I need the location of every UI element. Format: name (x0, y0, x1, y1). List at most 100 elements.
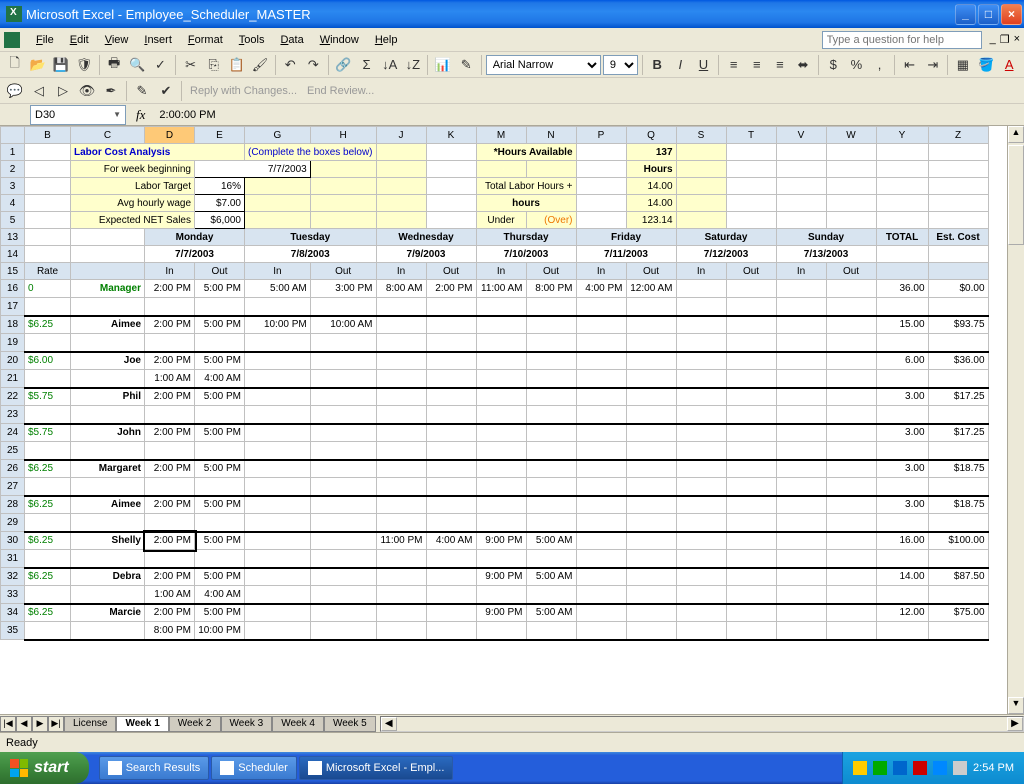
cell-J17[interactable] (376, 298, 426, 316)
scroll-down-icon[interactable]: ▼ (1008, 697, 1024, 714)
cell-B2[interactable] (25, 161, 71, 178)
cell-Z31[interactable] (928, 550, 988, 568)
cell-J4[interactable] (376, 195, 426, 212)
cell-E17[interactable] (195, 298, 245, 316)
cell-K17[interactable] (426, 298, 476, 316)
cell-V35[interactable] (776, 622, 826, 640)
cell-M26[interactable] (476, 460, 526, 478)
new-comment-icon[interactable]: 💬 (4, 80, 26, 102)
cell-G21[interactable] (245, 370, 311, 388)
col-header-D[interactable]: D (145, 127, 195, 144)
cell-Z35[interactable] (928, 622, 988, 640)
col-header-M[interactable]: M (476, 127, 526, 144)
cell-S17[interactable] (676, 298, 726, 316)
cell-E31[interactable] (195, 550, 245, 568)
cell-Z19[interactable] (928, 334, 988, 352)
cell-Y24[interactable]: 3.00 (876, 424, 928, 442)
cell-C31[interactable] (71, 550, 145, 568)
cell-E24[interactable]: 5:00 PM (195, 424, 245, 442)
cell-Z30[interactable]: $100.00 (928, 532, 988, 550)
tray-icon[interactable] (853, 761, 867, 775)
sheet-tab-week-1[interactable]: Week 1 (116, 716, 168, 732)
row-header-17[interactable]: 17 (1, 298, 25, 316)
font-size-select[interactable]: 9 (603, 55, 638, 75)
cell-J18[interactable] (376, 316, 426, 334)
sort-asc-icon[interactable]: ↓A (379, 54, 400, 76)
cell-N20[interactable] (526, 352, 576, 370)
taskbar-task[interactable]: Microsoft Excel - Empl... (299, 756, 454, 780)
cell-Q2[interactable]: Hours (626, 161, 676, 178)
cell-D22[interactable]: 2:00 PM (145, 388, 195, 406)
cell-Z1[interactable] (928, 144, 988, 161)
cell-C26[interactable]: Margaret (71, 460, 145, 478)
row-header-24[interactable]: 24 (1, 424, 25, 442)
cell-G24[interactable] (245, 424, 311, 442)
cell-Q15[interactable]: Out (626, 263, 676, 280)
row-header-1[interactable]: 1 (1, 144, 25, 161)
cell-Y20[interactable]: 6.00 (876, 352, 928, 370)
align-left-icon[interactable]: ≡ (723, 54, 744, 76)
cell-C1[interactable]: Labor Cost Analysis (71, 144, 245, 161)
tray-icon[interactable] (913, 761, 927, 775)
cell-Q17[interactable] (626, 298, 676, 316)
cell-J2[interactable] (376, 161, 426, 178)
cell-T34[interactable] (726, 604, 776, 622)
cell-P24[interactable] (576, 424, 626, 442)
cell-N18[interactable] (526, 316, 576, 334)
cell-T28[interactable] (726, 496, 776, 514)
cell-W19[interactable] (826, 334, 876, 352)
cell-B33[interactable] (25, 586, 71, 604)
cell-K21[interactable] (426, 370, 476, 388)
cell-N30[interactable]: 5:00 AM (526, 532, 576, 550)
cell-E18[interactable]: 5:00 PM (195, 316, 245, 334)
cell-N25[interactable] (526, 442, 576, 460)
cell-B24[interactable]: $5.75 (25, 424, 71, 442)
cell-B32[interactable]: $6.25 (25, 568, 71, 586)
cell-S24[interactable] (676, 424, 726, 442)
cell-Z27[interactable] (928, 478, 988, 496)
cell-J23[interactable] (376, 406, 426, 424)
cell-J19[interactable] (376, 334, 426, 352)
col-header-J[interactable]: J (376, 127, 426, 144)
cell-Z32[interactable]: $87.50 (928, 568, 988, 586)
cell-J32[interactable] (376, 568, 426, 586)
underline-icon[interactable]: U (693, 54, 714, 76)
cell-E26[interactable]: 5:00 PM (195, 460, 245, 478)
cell-Q18[interactable] (626, 316, 676, 334)
taskbar-task[interactable]: Scheduler (211, 756, 297, 780)
cell-W3[interactable] (826, 178, 876, 195)
cell-Z16[interactable]: $0.00 (928, 280, 988, 298)
cell-H32[interactable] (310, 568, 376, 586)
cell-Y1[interactable] (876, 144, 928, 161)
cell-P32[interactable] (576, 568, 626, 586)
print-preview-icon[interactable]: 🔍 (127, 54, 148, 76)
cell-T17[interactable] (726, 298, 776, 316)
cell-V28[interactable] (776, 496, 826, 514)
cell-S3[interactable] (676, 178, 726, 195)
cell-M33[interactable] (476, 586, 526, 604)
cell-Y19[interactable] (876, 334, 928, 352)
ink-icon[interactable]: ✒ (100, 80, 122, 102)
cell-C24[interactable]: John (71, 424, 145, 442)
cell-D21[interactable]: 1:00 AM (145, 370, 195, 388)
cell-B35[interactable] (25, 622, 71, 640)
cell-H19[interactable] (310, 334, 376, 352)
cell-N27[interactable] (526, 478, 576, 496)
cell-M25[interactable] (476, 442, 526, 460)
cell-M31[interactable] (476, 550, 526, 568)
cell-H31[interactable] (310, 550, 376, 568)
cell-M13[interactable]: Thursday (476, 229, 576, 246)
chart-wizard-icon[interactable]: 📊 (432, 54, 453, 76)
cell-Y33[interactable] (876, 586, 928, 604)
cell-E21[interactable]: 4:00 AM (195, 370, 245, 388)
cell-P2[interactable] (576, 161, 626, 178)
cell-D26[interactable]: 2:00 PM (145, 460, 195, 478)
cell-T4[interactable] (726, 195, 776, 212)
cell-S31[interactable] (676, 550, 726, 568)
cell-J28[interactable] (376, 496, 426, 514)
select-all-corner[interactable] (1, 127, 25, 144)
cell-B34[interactable]: $6.25 (25, 604, 71, 622)
cell-B20[interactable]: $6.00 (25, 352, 71, 370)
system-tray[interactable]: 2:54 PM (842, 752, 1024, 784)
cell-Y16[interactable]: 36.00 (876, 280, 928, 298)
